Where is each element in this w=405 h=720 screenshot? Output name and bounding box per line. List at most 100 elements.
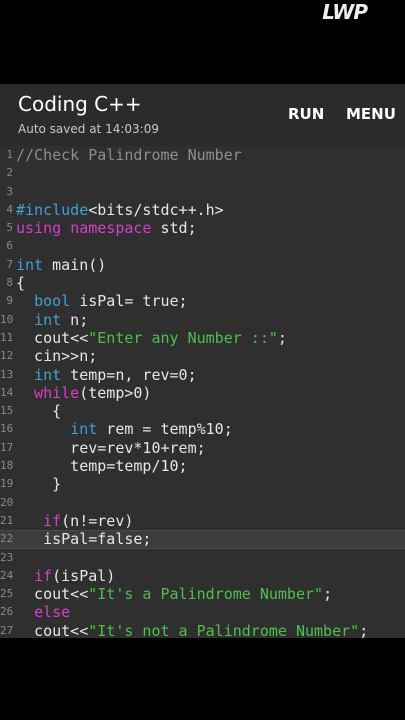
code-token: (temp>0) [79, 383, 152, 402]
code-token: { [16, 402, 62, 421]
code-token: cout<< [16, 621, 89, 638]
code-line[interactable]: 12 cin>>n; [0, 347, 405, 365]
code-token: if [43, 511, 62, 530]
code-text[interactable]: rev=rev*10+rem; [16, 438, 206, 457]
code-token: <bits/stdc++.h> [88, 200, 224, 219]
line-number: 20 [0, 495, 14, 509]
line-number: 6 [6, 239, 13, 253]
code-text[interactable]: //Check Palindrome Number [16, 146, 242, 164]
code-token: int [34, 365, 62, 384]
code-line[interactable]: 21 if(n!=rev) [0, 512, 405, 530]
code-line[interactable]: 16 int rem = temp%10; [0, 420, 405, 438]
code-line[interactable]: 5 using namespace std; [0, 219, 405, 237]
code-token: bool [34, 292, 71, 311]
code-text[interactable]: { [16, 274, 25, 292]
line-number: 18 [0, 459, 14, 473]
line-number: 26 [0, 605, 14, 619]
code-editor[interactable]: 1//Check Palindrome Number 2 3 4 #include<bi… [0, 146, 405, 638]
watermark-logo: LWP [322, 0, 368, 24]
line-number: 3 [6, 184, 13, 198]
code-line[interactable]: 17 rev=rev*10+rem; [0, 439, 405, 457]
code-line[interactable]: 24 if(isPal) [0, 567, 405, 585]
code-text[interactable]: while(temp>0) [16, 384, 151, 402]
code-line[interactable]: 6 [0, 237, 405, 255]
code-text[interactable]: isPal=false; [16, 531, 151, 547]
line-number: 27 [0, 623, 14, 637]
code-token: ; [359, 621, 369, 638]
run-button[interactable]: RUN [288, 105, 324, 123]
code-token: rev=rev*10+rem; [16, 438, 206, 457]
code-text[interactable]: cout<<"It's not a Palindrome Number"; [16, 622, 368, 638]
code-line[interactable]: 8{ [0, 274, 405, 292]
code-token: temp=n, rev=0; [61, 365, 197, 384]
code-text[interactable]: if(isPal) [16, 567, 115, 585]
code-text[interactable]: if(n!=rev) [16, 512, 133, 530]
code-token: (n!=rev) [61, 511, 134, 530]
code-line[interactable]: 13 int temp=n, rev=0; [0, 366, 405, 384]
code-text[interactable]: { [16, 402, 61, 420]
line-number: 13 [0, 367, 14, 381]
code-token: } [16, 475, 62, 494]
autosave-status: Auto saved at 14:03:09 [18, 122, 159, 136]
code-line[interactable]: 3 [0, 183, 405, 201]
code-text[interactable]: int main() [16, 256, 106, 274]
code-line[interactable]: 25 cout<<"It's a Palindrome Number"; [0, 585, 405, 603]
code-text[interactable]: int n; [16, 311, 88, 329]
code-text[interactable]: #include<bits/stdc++.h> [16, 201, 224, 219]
code-line[interactable]: 15 { [0, 402, 405, 420]
menu-button[interactable]: MENU [346, 105, 396, 123]
code-text[interactable]: cout<<"Enter any Number ::"; [16, 329, 287, 347]
code-text[interactable]: int temp=n, rev=0; [16, 366, 197, 384]
code-line[interactable]: 11 cout<<"Enter any Number ::"; [0, 329, 405, 347]
code-text[interactable]: bool isPal= true; [16, 292, 188, 310]
code-token: //Check Palindrome Number [16, 146, 242, 164]
code-line[interactable]: 9 bool isPal= true; [0, 292, 405, 310]
code-token: cout<< [16, 585, 89, 604]
code-line[interactable]: 2 [0, 164, 405, 182]
code-line[interactable]: 23 [0, 549, 405, 567]
code-token: if [34, 566, 53, 585]
code-line[interactable]: 22 isPal=false; [0, 530, 405, 549]
code-token: "It's not a Palindrome Number" [88, 621, 360, 638]
code-text[interactable]: int rem = temp%10; [16, 420, 233, 438]
code-line[interactable]: 19 } [0, 475, 405, 493]
line-number: 25 [0, 587, 14, 601]
code-line[interactable]: 1//Check Palindrome Number [0, 146, 405, 164]
code-text[interactable]: cin>>n; [16, 347, 97, 365]
code-token: #include [16, 200, 89, 219]
code-line[interactable]: 14 while(temp>0) [0, 384, 405, 402]
code-text[interactable]: cout<<"It's a Palindrome Number"; [16, 585, 332, 603]
code-line[interactable]: 18 temp=temp/10; [0, 457, 405, 475]
code-line[interactable]: 4 #include<bits/stdc++.h> [0, 201, 405, 219]
code-line[interactable]: 26 else [0, 603, 405, 621]
code-token: main() [43, 255, 107, 274]
line-number: 4 [6, 202, 13, 216]
line-number: 22 [0, 532, 14, 546]
code-line[interactable]: 27 cout<<"It's not a Palindrome Number"; [0, 622, 405, 638]
code-line[interactable]: 20 [0, 494, 405, 512]
line-number: 14 [0, 385, 14, 399]
code-text[interactable]: } [16, 475, 61, 493]
line-number: 11 [0, 330, 14, 344]
code-line[interactable]: 7 int main() [0, 256, 405, 274]
code-text[interactable]: temp=temp/10; [16, 457, 187, 475]
code-token: while [34, 383, 80, 402]
code-token: cout<< [16, 328, 89, 347]
code-token: (isPal) [52, 566, 116, 585]
code-token: namespace [70, 219, 152, 238]
code-token: int [70, 420, 98, 439]
app-bar: Coding C++ Auto saved at 14:03:09 RUN ME… [0, 84, 405, 146]
code-token: ; [277, 328, 287, 347]
code-line[interactable]: 10 int n; [0, 311, 405, 329]
line-number: 16 [0, 422, 14, 436]
line-number: 1 [6, 148, 13, 161]
code-text[interactable]: else [16, 603, 70, 621]
code-text[interactable]: using namespace std; [16, 219, 197, 237]
